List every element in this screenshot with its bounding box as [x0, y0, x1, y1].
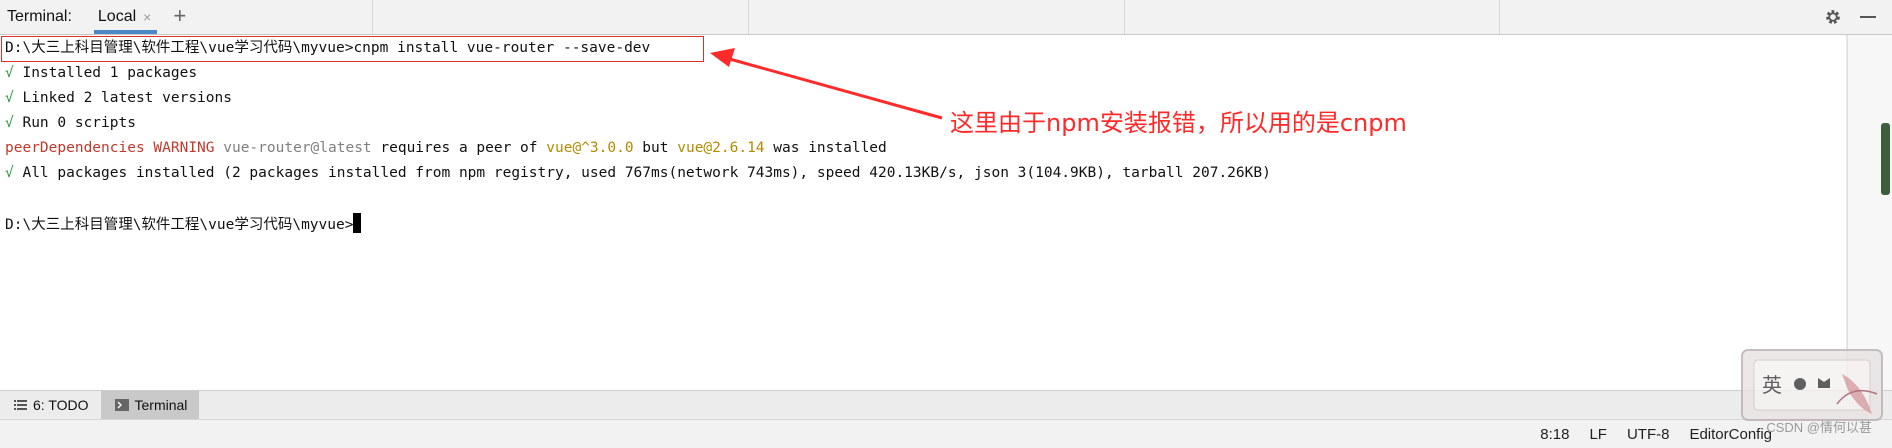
text-cursor	[353, 213, 362, 233]
svg-text:英: 英	[1762, 373, 1782, 397]
todo-tool-button[interactable]: 6: TODO	[0, 391, 101, 419]
watermark-text: CSDN @情何以甚	[1766, 420, 1872, 435]
terminal-output[interactable]: D:\大三上科目管理\软件工程\vue学习代码\myvue>cnpm insta…	[0, 35, 1848, 390]
warning-text: was installed	[764, 140, 887, 156]
output-text: Run 0 scripts	[13, 115, 136, 131]
caret-position[interactable]: 8:18	[1540, 426, 1569, 443]
status-bar: 8:18 LF UTF-8 EditorConfig	[0, 419, 1892, 448]
close-icon[interactable]: ×	[143, 9, 151, 25]
check-icon: √	[5, 165, 14, 181]
output-text: Linked 2 latest versions	[13, 90, 232, 106]
output-line: √ Installed 1 packages	[5, 64, 197, 82]
active-tab-indicator	[93, 30, 158, 34]
divider	[1499, 0, 1500, 34]
terminal-title: Terminal:	[7, 8, 72, 25]
scroll-thumb[interactable]	[1881, 123, 1890, 195]
warning-line: peerDependencies WARNING vue-router@late…	[5, 139, 887, 157]
tool-window-bar: 6: TODO Terminal	[0, 390, 1892, 419]
tab-local-label: Local	[97, 8, 137, 25]
output-line: √ All packages installed (2 packages ins…	[5, 164, 1271, 182]
command-highlight-box	[1, 36, 704, 62]
todo-label: 6: TODO	[33, 397, 89, 413]
warning-label: peerDependencies WARNING	[5, 140, 215, 156]
minimize-icon[interactable]	[1860, 16, 1876, 18]
package-name: vue-router@latest	[214, 140, 372, 156]
output-line: √ Run 0 scripts	[5, 114, 136, 132]
output-text: All packages installed (2 packages insta…	[13, 165, 1271, 181]
gear-icon[interactable]	[1824, 8, 1842, 26]
tab-local[interactable]: Local ×	[93, 0, 158, 34]
check-icon: √	[5, 115, 14, 131]
check-icon: √	[5, 90, 14, 106]
check-icon: √	[5, 65, 14, 81]
installed-version: vue@2.6.14	[677, 140, 765, 156]
add-tab-icon[interactable]: +	[173, 3, 186, 29]
right-gutter	[1847, 35, 1892, 390]
divider	[1124, 0, 1125, 34]
todo-list-icon	[14, 400, 27, 410]
terminal-label: Terminal	[134, 397, 188, 413]
terminal-tool-button[interactable]: Terminal	[100, 391, 200, 419]
warning-text: but	[633, 140, 678, 156]
output-line: √ Linked 2 latest versions	[5, 89, 232, 107]
line-separator[interactable]: LF	[1589, 426, 1607, 443]
output-text: Installed 1 packages	[13, 65, 198, 81]
file-encoding[interactable]: UTF-8	[1627, 426, 1670, 443]
divider	[748, 0, 749, 34]
terminal-icon	[114, 399, 129, 411]
terminal-tab-bar: Terminal: Local × +	[0, 0, 1892, 35]
required-version: vue@^3.0.0	[546, 140, 634, 156]
divider	[372, 0, 373, 34]
prompt-line: D:\大三上科目管理\软件工程\vue学习代码\myvue>	[5, 213, 362, 234]
warning-text: requires a peer of	[371, 140, 547, 156]
annotation-text: 这里由于npm安装报错，所以用的是cnpm	[950, 109, 1407, 137]
prompt-text: D:\大三上科目管理\软件工程\vue学习代码\myvue>	[5, 217, 354, 233]
